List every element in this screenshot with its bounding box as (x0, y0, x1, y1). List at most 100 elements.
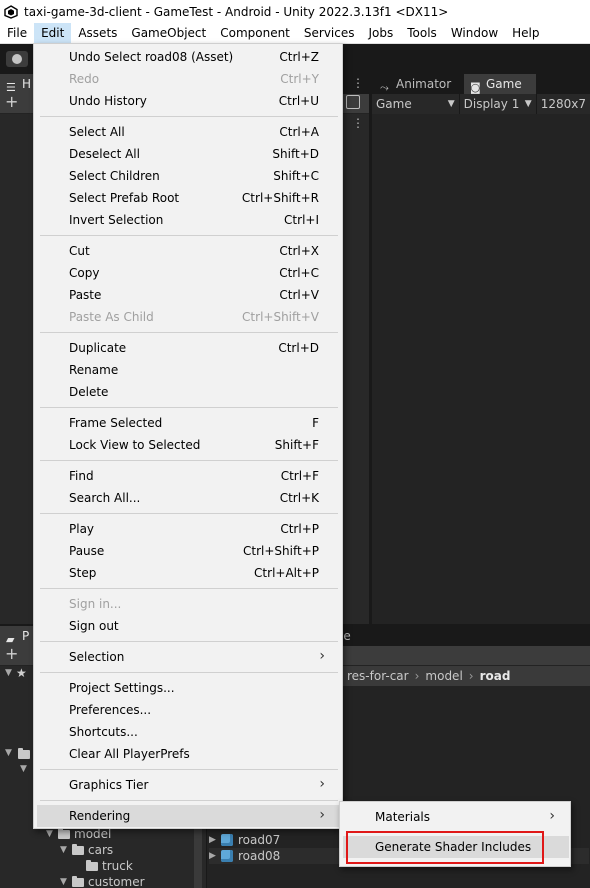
menu-item-label: Sign out (69, 619, 119, 633)
tab-hierarchy-label: H (22, 77, 32, 91)
menu-component[interactable]: Component (213, 23, 297, 44)
menu-item-paste-as-child[interactable]: Paste As Child Ctrl+Shift+V (37, 306, 339, 328)
game-view[interactable] (372, 114, 590, 624)
submenu-item-generate-shader-includes[interactable]: Generate Shader Includes (343, 836, 569, 858)
tree-item-customer[interactable]: ▼ customer (60, 874, 145, 888)
favorites-expand-icon[interactable]: ▼ (5, 668, 12, 678)
kebab-menu-icon[interactable]: ⋮ (352, 76, 364, 90)
menu-item-frame-selected[interactable]: Frame Selected F (37, 412, 339, 434)
kebab-menu-icon-2[interactable]: ⋮ (352, 116, 364, 130)
menu-item-invert-selection[interactable]: Invert Selection Ctrl+I (37, 209, 339, 231)
menu-item-label: Rename (69, 363, 119, 377)
menu-item-selection[interactable]: Selection › (37, 646, 339, 668)
menu-assets[interactable]: Assets (71, 23, 124, 44)
menu-item-sign-in[interactable]: Sign in... (37, 593, 339, 615)
menu-item-shortcut: Shift+D (272, 147, 319, 161)
menu-file[interactable]: File (0, 23, 34, 44)
window-title: taxi-game-3d-client - GameTest - Android… (24, 4, 449, 19)
menu-item-delete[interactable]: Delete (37, 381, 339, 403)
menu-separator (40, 332, 338, 333)
menu-item-redo[interactable]: Redo Ctrl+Y (37, 68, 339, 90)
menu-item-play[interactable]: Play Ctrl+P (37, 518, 339, 540)
menu-item-label: Project Settings... (69, 681, 175, 695)
menu-item-select-all[interactable]: Select All Ctrl+A (37, 121, 339, 143)
menu-separator (40, 588, 338, 589)
menu-item-step[interactable]: Step Ctrl+Alt+P (37, 562, 339, 584)
expand-arrow-icon: ▶ (209, 835, 216, 845)
menu-item-paste[interactable]: Paste Ctrl+V (37, 284, 339, 306)
add-asset-icon[interactable]: + (5, 644, 18, 663)
tree-item-cars[interactable]: ▼ cars (60, 842, 113, 858)
resolution-select[interactable]: 1280x7 (535, 94, 590, 114)
menu-item-find[interactable]: Find Ctrl+F (37, 465, 339, 487)
menu-item-undo-history[interactable]: Undo History Ctrl+U (37, 90, 339, 112)
menu-item-shortcut: Ctrl+Shift+R (241, 191, 319, 205)
folder-icon (72, 875, 84, 887)
breadcrumb-item[interactable]: model (425, 669, 462, 683)
menu-item-label: Selection (69, 650, 125, 664)
menu-help[interactable]: Help (505, 23, 546, 44)
display-select[interactable]: Display 1 ▼ (458, 94, 536, 114)
menu-item-shortcut: Ctrl+Shift+P (243, 544, 319, 558)
game-toolbar: Game ▼ Display 1 ▼ 1280x7 (372, 94, 590, 114)
menu-item-rename[interactable]: Rename (37, 359, 339, 381)
game-view-select-label: Game (376, 97, 412, 111)
tree-item-label: customer (88, 875, 145, 888)
menu-item-lock-view[interactable]: Lock View to Selected Shift+F (37, 434, 339, 456)
game-view-select[interactable]: Game ▼ (372, 94, 459, 114)
menu-window[interactable]: Window (444, 23, 505, 44)
tree-item-label: truck (102, 859, 133, 873)
menu-item-rendering[interactable]: Rendering › (37, 805, 339, 827)
tree-scrollbar[interactable] (194, 826, 202, 888)
assets-expand-icon[interactable]: ▼ (5, 748, 12, 758)
menu-item-shortcuts[interactable]: Shortcuts... (37, 721, 339, 743)
menu-item-sign-out[interactable]: Sign out (37, 615, 339, 637)
menu-item-label: Select Children (69, 169, 160, 183)
menu-item-duplicate[interactable]: Duplicate Ctrl+D (37, 337, 339, 359)
menu-item-graphics-tier[interactable]: Graphics Tier › (37, 774, 339, 796)
menu-services[interactable]: Services (297, 23, 362, 44)
expand-arrow-icon: ▼ (60, 845, 67, 855)
menu-item-copy[interactable]: Copy Ctrl+C (37, 262, 339, 284)
tab-animator[interactable]: ⤳ Animator (374, 74, 464, 94)
menu-item-search-all[interactable]: Search All... Ctrl+K (37, 487, 339, 509)
submenu-item-materials[interactable]: Materials › (343, 806, 569, 828)
menu-item-shortcut: Ctrl+K (279, 491, 319, 505)
add-icon[interactable]: + (5, 92, 18, 111)
account-button[interactable] (6, 51, 28, 67)
menu-item-shortcut: Ctrl+P (280, 522, 319, 536)
menu-item-shortcut: Ctrl+F (280, 469, 319, 483)
menu-item-cut[interactable]: Cut Ctrl+X (37, 240, 339, 262)
folder-icon (18, 748, 30, 759)
menu-item-shortcut: Ctrl+A (279, 125, 319, 139)
menu-item-label: Deselect All (69, 147, 140, 161)
dropdown-arrow-icon: ▼ (447, 99, 455, 109)
menu-item-preferences[interactable]: Preferences... (37, 699, 339, 721)
menu-item-clear-playerprefs[interactable]: Clear All PlayerPrefs (37, 743, 339, 765)
chevron-right-icon: › (319, 807, 325, 823)
subfolder-expand-icon[interactable]: ▼ (20, 764, 27, 774)
menu-separator (40, 672, 338, 673)
menu-item-undo[interactable]: Undo Select road08 (Asset) Ctrl+Z (37, 46, 339, 68)
menu-item-pause[interactable]: Pause Ctrl+Shift+P (37, 540, 339, 562)
menu-item-label: Generate Shader Includes (375, 840, 532, 854)
menu-jobs[interactable]: Jobs (362, 23, 401, 44)
breadcrumb-current[interactable]: road (480, 669, 511, 683)
menu-item-project-settings[interactable]: Project Settings... (37, 677, 339, 699)
menu-item-label: Frame Selected (69, 416, 163, 430)
menu-item-label: Rendering (69, 809, 131, 823)
scene-visibility-icon[interactable] (346, 95, 360, 109)
menu-item-shortcut: Ctrl+V (279, 288, 319, 302)
edit-menu: Undo Select road08 (Asset) Ctrl+Z Redo Ctr… (33, 43, 343, 829)
tab-game[interactable]: ◙ Game (464, 74, 536, 94)
menu-item-select-prefab-root[interactable]: Select Prefab Root Ctrl+Shift+R (37, 187, 339, 209)
menu-gameobject[interactable]: GameObject (124, 23, 213, 44)
menu-tools[interactable]: Tools (400, 23, 444, 44)
menu-item-deselect-all[interactable]: Deselect All Shift+D (37, 143, 339, 165)
menu-item-shortcut: Ctrl+U (278, 94, 319, 108)
tree-item-truck[interactable]: truck (86, 858, 133, 874)
breadcrumb-item[interactable]: res-for-car (347, 669, 409, 683)
chevron-right-icon: › (319, 648, 325, 664)
menu-edit[interactable]: Edit (34, 22, 72, 44)
menu-item-select-children[interactable]: Select Children Shift+C (37, 165, 339, 187)
